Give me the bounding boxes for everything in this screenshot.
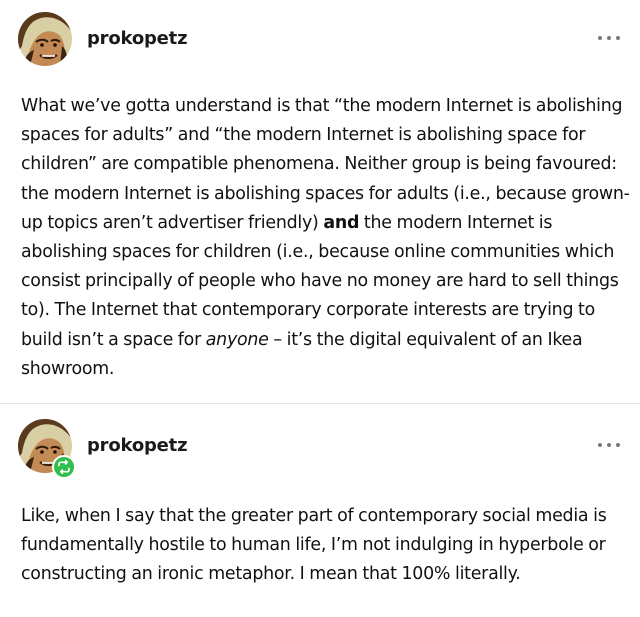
more-options-icon[interactable] xyxy=(596,436,622,454)
post-header: prokopetz xyxy=(18,419,622,479)
avatar-portrait-icon xyxy=(18,12,72,66)
reblog-icon xyxy=(52,455,76,479)
avatar[interactable] xyxy=(18,12,72,66)
more-options-icon[interactable] xyxy=(596,29,622,47)
post: prokopetz What we’ve gotta understand is… xyxy=(0,0,640,403)
post-body-text: What we’ve gotta understand is that “the… xyxy=(21,96,630,379)
post-body-text: Like, when I say that the greater part o… xyxy=(21,506,607,585)
post-header: prokopetz xyxy=(18,12,622,66)
post: prokopetz Like, when I say that the grea… xyxy=(0,404,640,617)
username[interactable]: prokopetz xyxy=(87,436,188,456)
username[interactable]: prokopetz xyxy=(87,29,188,49)
